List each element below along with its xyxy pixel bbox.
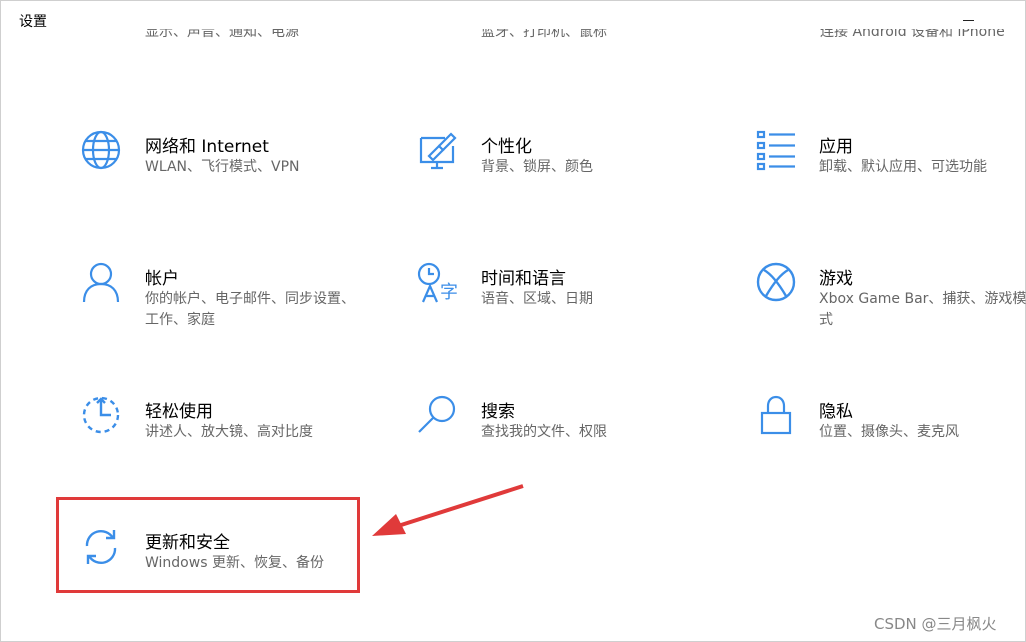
tile-description: 卸载、默认应用、可选功能 [819,159,987,175]
watermark: CSDN @三月枫火 [874,615,997,633]
tile-title: 游戏 [819,269,853,289]
tile-title: 帐户 [145,269,179,289]
tile-description: 讲述人、放大镜、高对比度 [145,424,313,440]
tile-description: 语音、区域、日期 [481,291,593,307]
globe-icon [81,130,125,174]
annotation-arrow-icon [372,484,524,536]
apps-list-icon [755,130,799,174]
tile-time-language[interactable]: 字 时间和语言 语音、区域、日期 [417,262,737,352]
paint-monitor-icon [417,130,461,174]
tile-privacy[interactable]: 隐私 位置、摄像头、麦克风 [755,395,1026,485]
tile-title: 时间和语言 [481,269,566,289]
highlight-box [56,497,360,593]
tile-title: 网络和 Internet [145,137,269,157]
tile-apps[interactable]: 应用 卸载、默认应用、可选功能 [755,130,1026,220]
tile-title: 隐私 [819,402,853,422]
cut-off-tile-desc: 蓝牙、打印机、鼠标 [481,29,607,40]
tile-network[interactable]: 网络和 Internet WLAN、飞行模式、VPN [81,130,401,220]
tile-gaming[interactable]: 游戏 Xbox Game Bar、捕获、游戏模式 [755,262,1026,352]
tile-description: 查找我的文件、权限 [481,424,607,440]
tile-ease-of-access[interactable]: 轻松使用 讲述人、放大镜、高对比度 [81,395,401,485]
tile-title: 轻松使用 [145,402,213,422]
tile-description: Xbox Game Bar、捕获、游戏模式 [819,291,1026,328]
time-language-icon: 字 [417,262,461,306]
tile-description: 位置、摄像头、麦克风 [819,424,959,440]
cut-off-tile-desc: 连接 Android 设备和 iPhone [820,29,1005,40]
tile-description: 你的帐户、电子邮件、同步设置、工作、家庭 [145,291,355,328]
ease-of-access-icon [81,395,125,439]
cut-off-tile-desc: 显示、声音、通知、电源 [145,29,299,40]
tile-personalization[interactable]: 个性化 背景、锁屏、颜色 [417,130,737,220]
xbox-icon [755,262,799,306]
svg-text:字: 字 [440,282,458,303]
search-icon [417,395,461,439]
tile-description: 背景、锁屏、颜色 [481,159,593,175]
person-icon [81,262,125,306]
tile-title: 应用 [819,137,853,157]
tile-title: 搜索 [481,402,515,422]
tile-accounts[interactable]: 帐户 你的帐户、电子邮件、同步设置、工作、家庭 [81,262,401,352]
tile-title: 个性化 [481,137,532,157]
tile-description: WLAN、飞行模式、VPN [145,159,300,175]
window-title: 设置 [19,14,47,30]
tile-search[interactable]: 搜索 查找我的文件、权限 [417,395,737,485]
lock-icon [755,395,799,439]
